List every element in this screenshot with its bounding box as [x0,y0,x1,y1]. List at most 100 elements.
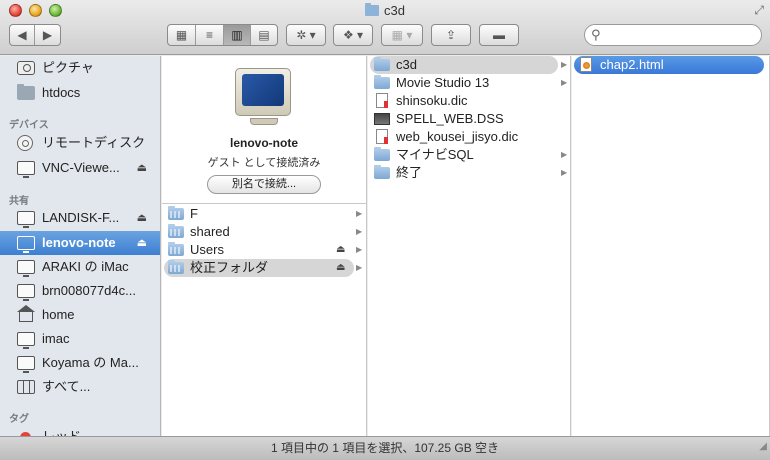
chevron-right-icon: ▶ [561,150,568,159]
sidebar-item-label: リモートディスク [42,135,146,150]
item-label: Users [190,242,224,257]
sidebar-item-label: LANDISK-F... [42,210,120,225]
coverflow-view-button[interactable]: ▤ [251,25,277,45]
column-view-button[interactable]: ▥ [224,25,251,45]
share-button[interactable]: ⇪ [431,24,471,46]
finder-window: c3d ⤢ ◀ ▶ ▦ ≡ ▥ ▤ ✲ ▾ ❖ ▾ ▦ ▾ ⇪ ▬ ⚲ ピクチャ [0,0,770,460]
sidebar-heading-tags: タグ [9,414,29,425]
sidebar-item-label: レッド [42,426,81,436]
list-item-shared[interactable]: shared ▶ [164,223,362,241]
house-icon [17,305,35,322]
item-label: 校正フォルダ [190,260,269,275]
search-field[interactable]: ⚲ [584,24,762,46]
camera-icon [17,61,35,75]
sidebar-item-pictures[interactable]: ピクチャ [0,57,160,79]
column-kousei: c3d ▶ Movie Studio 13 ▶ shinsoku.dic SPE… [368,56,571,436]
eject-icon[interactable]: ⏏ [137,207,147,229]
sidebar-item-araki-imac[interactable]: ARAKI の iMac [0,256,160,278]
item-label: F [190,206,198,221]
disc-icon [17,135,33,151]
dictionary-file-icon [376,129,388,144]
window-title: c3d [0,3,770,18]
monitor-icon [17,236,35,253]
forward-button[interactable]: ▶ [35,25,60,45]
action-menu-button[interactable]: ✲ ▾ [286,24,326,46]
folder-icon [374,57,390,71]
sidebar-item-imac[interactable]: imac [0,328,160,350]
monitor-icon [17,161,35,178]
sidebar-item-label: imac [42,331,70,346]
html-file-icon [580,57,592,72]
monitor-icon [17,284,35,301]
list-item-spell-web[interactable]: SPELL_WEB.DSS [370,110,570,128]
status-bar: 1 項目中の 1 項目を選択、107.25 GB 空き ◢ [0,436,770,460]
sidebar-item-all[interactable]: すべて... [0,376,160,398]
icon-view-button[interactable]: ▦ [168,25,196,45]
sidebar-item-lenovo-note[interactable]: lenovo-note ⏏ [0,231,160,255]
list-item-mynavi-sql[interactable]: マイナビSQL ▶ [370,146,570,164]
folder-icon [374,147,390,161]
monitor-icon [17,211,35,228]
list-item-chap2[interactable]: chap2.html [574,56,764,74]
list-view-button[interactable]: ≡ [196,25,224,45]
monitor-icon [17,356,35,373]
eject-icon[interactable]: ⏏ [137,157,147,179]
sidebar-item-vnc-viewer[interactable]: VNC-Viewe... ⏏ [0,157,160,179]
sidebar-item-htdocs[interactable]: htdocs [0,82,160,104]
list-item-kousei-folder[interactable]: 校正フォルダ ⏏ [164,259,354,277]
eject-icon[interactable]: ⏏ [137,231,147,255]
server-name: lenovo-note [230,136,298,150]
sidebar-item-home[interactable]: home [0,304,160,326]
eject-icon[interactable]: ⏏ [336,241,345,259]
chevron-right-icon: ▶ [356,209,363,218]
resize-grip-icon[interactable]: ◢ [759,435,767,458]
back-button[interactable]: ◀ [10,25,35,45]
list-item-c3d[interactable]: c3d [370,56,558,74]
list-item-movie-studio[interactable]: Movie Studio 13 ▶ [370,74,570,92]
sidebar-item-label: htdocs [42,85,81,100]
list-item-users[interactable]: Users ⏏ ▶ [164,241,362,259]
monitor-icon [17,332,35,349]
chevron-right-icon: ▶ [561,78,568,87]
item-label: SPELL_WEB.DSS [396,111,504,126]
sidebar-item-label: ARAKI の iMac [42,259,129,274]
fullscreen-icon[interactable]: ⤢ [754,3,764,18]
connection-status: ゲスト として接続済み [207,157,321,169]
folder-icon [374,75,390,89]
window-title-text: c3d [384,3,405,18]
sidebar-item-brn[interactable]: brn008077d4c... [0,280,160,302]
dss-file-icon [374,113,390,125]
monitor-icon [17,260,35,277]
arrange-menu-button[interactable]: ▦ ▾ [381,24,423,46]
sidebar-item-tag-red[interactable]: レッド [0,426,160,436]
network-icon [17,380,35,394]
sidebar-item-label: home [42,307,75,322]
sidebar-item-label: Koyama の Ma... [42,355,139,370]
connect-as-button[interactable]: 別名で接続... [207,175,321,194]
sidebar: ピクチャ htdocs デバイス リモートディスク VNC-Viewe... ⏏… [0,56,161,436]
sidebar-item-label: lenovo-note [42,235,116,250]
chevron-right-icon: ▶ [356,245,363,254]
list-item-web-kousei[interactable]: web_kousei_jisyo.dic [370,128,570,146]
status-text: 1 項目中の 1 項目を選択、107.25 GB 空き [270,441,500,455]
toolbar: c3d ⤢ ◀ ▶ ▦ ≡ ▥ ▤ ✲ ▾ ❖ ▾ ▦ ▾ ⇪ ▬ ⚲ [0,0,770,55]
item-label: c3d [396,57,417,72]
item-label: shinsoku.dic [396,93,468,108]
sidebar-item-landisk[interactable]: LANDISK-F... ⏏ [0,207,160,229]
shared-folder-icon [168,206,184,220]
folder-icon [374,165,390,179]
shared-folder-icon [168,242,184,256]
toggle-button[interactable]: ▬ [479,24,519,46]
chevron-right-icon: ▶ [356,263,363,272]
list-item-shuryo[interactable]: 終了 ▶ [370,164,570,182]
item-label: 終了 [396,165,423,180]
shared-folder-icon [168,224,184,238]
dropbox-menu-button[interactable]: ❖ ▾ [333,24,373,46]
sidebar-item-koyama-mac[interactable]: Koyama の Ma... [0,352,160,374]
sidebar-item-remote-disc[interactable]: リモートディスク [0,132,160,154]
eject-icon[interactable]: ⏏ [336,259,345,277]
view-mode-control: ▦ ≡ ▥ ▤ [167,24,278,46]
chevron-right-icon: ▶ [561,168,568,177]
list-item-F[interactable]: F ▶ [164,205,362,223]
list-item-shinsoku[interactable]: shinsoku.dic [370,92,570,110]
